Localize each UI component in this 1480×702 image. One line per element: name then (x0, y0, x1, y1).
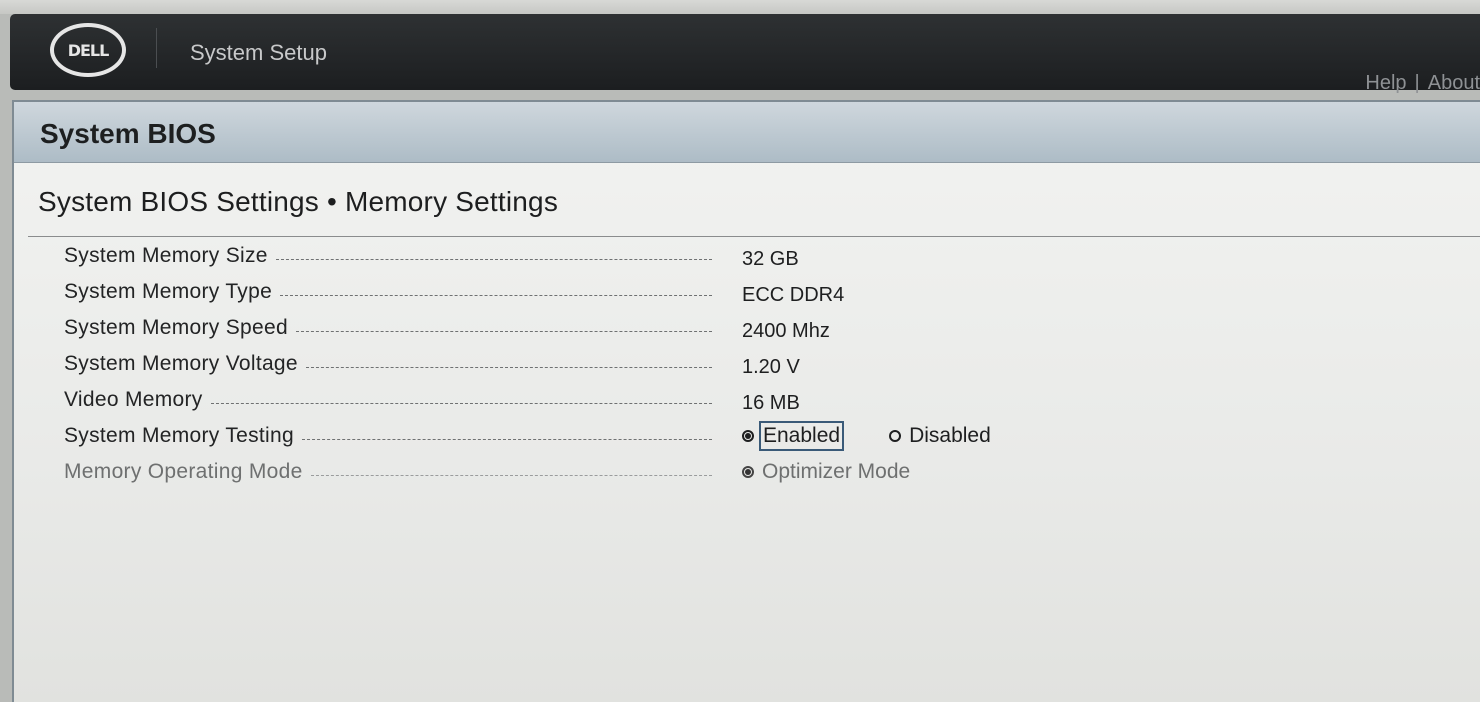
leader-dots (310, 474, 712, 476)
setting-row-memory-voltage: System Memory Voltage 1.20 V (64, 346, 1064, 382)
setting-row-memory-type: System Memory Type ECC DDR4 (64, 274, 1064, 310)
setting-row-memory-speed: System Memory Speed 2400 Mhz (64, 310, 1064, 346)
setting-row-operating-mode: Memory Operating Mode Optimizer Mode (64, 454, 1064, 490)
setting-label: System Memory Testing (64, 424, 294, 447)
leader-dots (275, 258, 712, 260)
radio-selected-icon (742, 466, 754, 478)
dell-logo: DELL (50, 23, 126, 77)
setting-label-wrap: Video Memory (64, 388, 712, 412)
setting-value: 2400 Mhz (742, 320, 830, 342)
header-link-separator: | (1414, 72, 1420, 94)
setting-value: 16 MB (742, 392, 800, 414)
main-panel: System BIOS System BIOS Settings • Memor… (12, 100, 1480, 702)
setting-label-wrap: System Memory Type (64, 280, 712, 304)
setting-row-memory-testing: System Memory Testing Enabled Disabled (64, 418, 1064, 454)
memory-testing-disabled-radio[interactable]: Disabled (889, 424, 991, 448)
header-divider (156, 28, 157, 68)
settings-list: System Memory Size 32 GB System Memory T… (64, 238, 1064, 490)
setting-label: System Memory Voltage (64, 352, 298, 375)
setting-value: 1.20 V (742, 356, 800, 378)
setting-label: System Memory Size (64, 244, 268, 267)
optimizer-mode-radio: Optimizer Mode (742, 460, 910, 484)
setting-label: System Memory Speed (64, 316, 288, 339)
setting-row-memory-size: System Memory Size 32 GB (64, 238, 1064, 274)
radio-label: Optimizer Mode (762, 460, 911, 483)
about-link[interactable]: About (1428, 72, 1480, 94)
memory-testing-radio-group: Enabled Disabled (742, 421, 991, 451)
setting-value: 32 GB (742, 248, 799, 270)
operating-mode-radio-group: Optimizer Mode (742, 460, 910, 484)
radio-selected-icon[interactable] (742, 430, 754, 442)
setting-label: Video Memory (64, 388, 203, 411)
setting-row-video-memory: Video Memory 16 MB (64, 382, 1064, 418)
help-link[interactable]: Help (1365, 72, 1406, 94)
leader-dots (210, 402, 712, 404)
app-title: System Setup (190, 40, 327, 65)
section-title-bar: System BIOS (14, 102, 1480, 163)
leader-dots (305, 366, 712, 368)
leader-dots (280, 294, 712, 296)
radio-label[interactable]: Disabled (909, 424, 991, 448)
setting-label-wrap: System Memory Speed (64, 316, 712, 340)
setting-value: ECC DDR4 (742, 284, 845, 306)
memory-testing-enabled-radio[interactable]: Enabled (742, 421, 845, 451)
app-header: DELL System Setup Help | About (10, 14, 1480, 94)
leader-dots (295, 330, 712, 332)
setting-label-wrap: System Memory Voltage (64, 352, 712, 376)
radio-label[interactable]: Enabled (758, 421, 845, 451)
title-divider (28, 236, 1480, 237)
setting-label-wrap: Memory Operating Mode (64, 460, 712, 484)
page-title: System BIOS Settings • Memory Settings (38, 186, 559, 217)
header-links: Help | About (1365, 72, 1480, 95)
section-title: System BIOS (40, 118, 216, 149)
screen-top-edge (0, 0, 1480, 14)
radio-unselected-icon[interactable] (889, 430, 902, 442)
setting-label-wrap: System Memory Testing (64, 424, 712, 448)
leader-dots (301, 438, 712, 440)
setting-label: System Memory Type (64, 280, 273, 303)
setting-label-wrap: System Memory Size (64, 244, 712, 268)
setting-label: Memory Operating Mode (64, 460, 303, 483)
